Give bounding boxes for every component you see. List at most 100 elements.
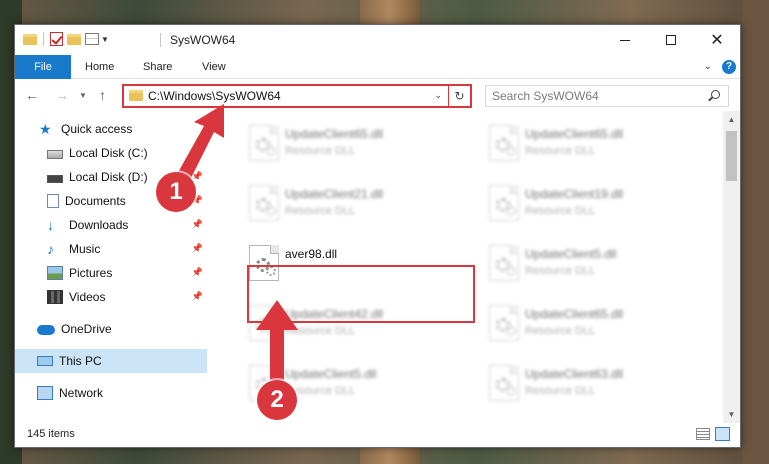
file-name: UpdateClient65.dll: [285, 127, 384, 141]
folder-icon[interactable]: [23, 33, 37, 45]
gear-icon: [506, 146, 516, 156]
details-view-icon[interactable]: [696, 428, 710, 440]
back-arrow-icon[interactable]: ←: [25, 87, 39, 103]
sidebar-item-music[interactable]: ♪ Music 📌: [15, 237, 207, 261]
pin-icon: 📌: [191, 243, 203, 253]
search-input[interactable]: [492, 89, 692, 103]
file-item[interactable]: UpdateClient65.dll Resource DLL: [477, 119, 697, 167]
scroll-up-arrow-icon[interactable]: ▲: [723, 111, 740, 128]
file-type: Resource DLL: [285, 145, 356, 157]
sidebar-item-network[interactable]: Network: [15, 381, 207, 405]
address-path[interactable]: C:\Windows\SysWOW64: [148, 89, 281, 103]
sidebar-item-label: Local Disk (C:): [69, 146, 148, 160]
minimize-icon: [620, 39, 630, 41]
file-name: UpdateClient5.dll: [525, 247, 617, 261]
tab-view[interactable]: View: [202, 55, 226, 79]
new-folder-icon[interactable]: [67, 33, 81, 45]
sidebar-item-label: This PC: [59, 354, 102, 368]
help-icon[interactable]: ?: [722, 60, 736, 74]
large-icons-view-icon[interactable]: [715, 427, 730, 441]
expand-ribbon-chevron-down-icon[interactable]: ⌄: [704, 61, 712, 72]
vertical-scrollbar[interactable]: ▲ ▼: [723, 111, 740, 423]
pin-icon: 📌: [191, 267, 203, 277]
maximize-button[interactable]: [648, 25, 694, 55]
dll-file-icon: [489, 125, 519, 161]
address-history-chevron-down-icon[interactable]: ⌄: [434, 90, 442, 101]
sidebar-item-pictures[interactable]: Pictures 📌: [15, 261, 207, 285]
file-type: Resource DLL: [525, 385, 596, 397]
file-name: UpdateClient19.dll: [525, 187, 624, 201]
customize-toolbar-chevron-down-icon[interactable]: ▼: [101, 35, 109, 44]
computer-icon: [37, 356, 53, 366]
tab-share[interactable]: Share: [143, 55, 172, 79]
dll-file-icon: [489, 365, 519, 401]
step-1-badge: 1: [156, 172, 196, 212]
sidebar-item-downloads[interactable]: ↓ Downloads 📌: [15, 213, 207, 237]
sidebar-item-label: Pictures: [69, 266, 113, 280]
sidebar-item-label: Network: [59, 386, 104, 400]
sidebar-item-onedrive[interactable]: OneDrive: [15, 317, 207, 341]
sidebar-item-quick-access[interactable]: ★ Quick access: [15, 117, 207, 141]
pin-icon: 📌: [191, 147, 203, 157]
download-icon: ↓: [47, 217, 54, 233]
gear-icon: [266, 206, 276, 216]
properties-icon[interactable]: [85, 33, 99, 45]
drive-icon: [47, 150, 63, 159]
file-type: Resource DLL: [525, 265, 596, 277]
close-button[interactable]: ✕: [694, 25, 740, 55]
title-bar: ▼ SysWOW64 ✕: [15, 25, 740, 55]
dll-file-icon: [489, 305, 519, 341]
file-name: UpdateClient63.dll: [525, 367, 624, 381]
file-type: Resource DLL: [525, 325, 596, 337]
pin-icon: 📌: [191, 171, 203, 181]
gear-icon: [506, 386, 516, 396]
file-item[interactable]: UpdateClient5.dll Resource DLL: [477, 239, 697, 287]
cloud-icon: [37, 325, 55, 335]
tab-file[interactable]: File: [15, 55, 71, 79]
pictures-icon: [47, 266, 63, 280]
step-2-badge: 2: [257, 380, 297, 420]
search-box[interactable]: [485, 85, 729, 107]
scroll-down-arrow-icon[interactable]: ▼: [723, 406, 740, 423]
sidebar-item-videos[interactable]: Videos 📌: [15, 285, 207, 309]
file-item[interactable]: UpdateClient65.dll Resource DLL: [477, 299, 697, 347]
address-bar[interactable]: C:\Windows\SysWOW64 ⌄ ↻: [122, 84, 472, 108]
properties-check-icon[interactable]: [50, 32, 63, 46]
sidebar-item-this-pc[interactable]: This PC: [15, 349, 207, 373]
file-item[interactable]: UpdateClient21.dll Resource DLL: [237, 179, 457, 227]
file-item[interactable]: UpdateClient65.dll Resource DLL: [237, 119, 457, 167]
file-name: UpdateClient65.dll: [525, 127, 624, 141]
file-item[interactable]: UpdateClient19.dll Resource DLL: [477, 179, 697, 227]
pin-icon: 📌: [191, 291, 203, 301]
navigation-bar: ← → ▼ ↑ C:\Windows\SysWOW64 ⌄ ↻: [15, 81, 740, 111]
scrollbar-thumb[interactable]: [726, 131, 737, 181]
network-icon: [37, 386, 53, 400]
music-icon: ♪: [47, 241, 54, 257]
separator: [160, 33, 161, 47]
up-arrow-icon[interactable]: ↑: [99, 87, 106, 103]
sidebar-item-label: OneDrive: [61, 322, 112, 336]
file-name: UpdateClient21.dll: [285, 187, 384, 201]
sidebar-item-local-disk-c[interactable]: Local Disk (C:) 📌: [15, 141, 207, 165]
ribbon: File Home Share View ⌄ ?: [15, 55, 740, 79]
dll-file-icon: [489, 245, 519, 281]
file-type: Resource DLL: [285, 325, 356, 337]
refresh-icon[interactable]: ↻: [448, 86, 470, 106]
navigation-pane: ★ Quick access Local Disk (C:) 📌 Local D…: [15, 119, 207, 419]
sidebar-item-label: Downloads: [69, 218, 129, 232]
sidebar-item-label: Documents: [65, 194, 126, 208]
forward-arrow-icon[interactable]: →: [55, 87, 69, 103]
file-item[interactable]: UpdateClient63.dll Resource DLL: [477, 359, 697, 407]
recent-locations-chevron-down-icon[interactable]: ▼: [79, 91, 87, 100]
tab-home[interactable]: Home: [85, 55, 114, 79]
dll-file-icon: [249, 185, 279, 221]
gear-icon: [506, 206, 516, 216]
search-icon[interactable]: [711, 90, 720, 99]
background-tree: [742, 0, 769, 464]
file-explorer-window: ▼ SysWOW64 ✕ File Home Share View ⌄ ? ← …: [14, 24, 741, 448]
file-name: UpdateClient65.dll: [525, 307, 624, 321]
file-name: UpdateClient5.dll: [285, 367, 377, 381]
gear-icon: [506, 266, 516, 276]
minimize-button[interactable]: [602, 25, 648, 55]
file-type: Resource DLL: [525, 205, 596, 217]
